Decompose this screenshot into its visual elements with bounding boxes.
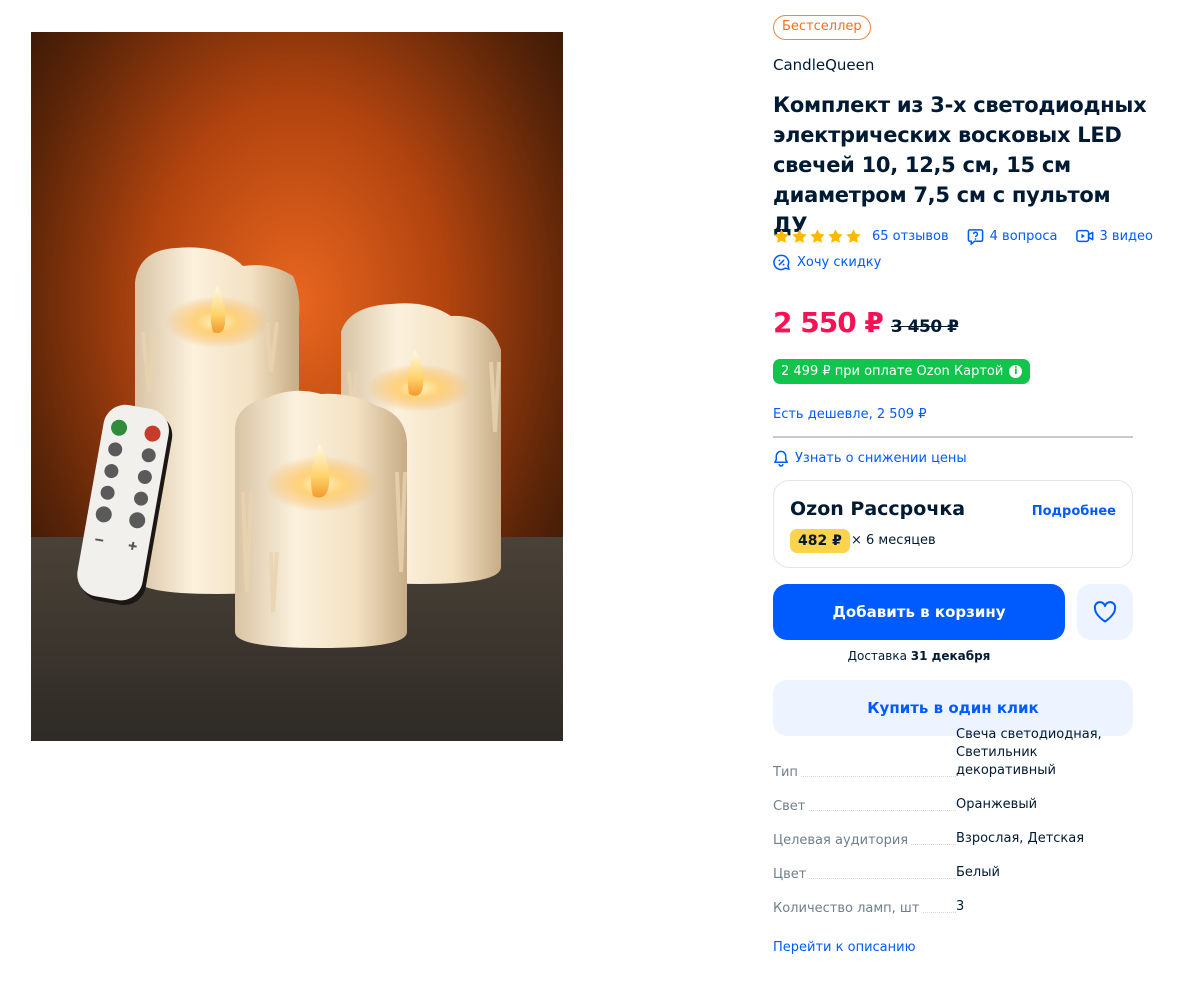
- spec-row-type: Тип Свеча светодиодная, Светильник декор…: [773, 727, 1133, 780]
- price-drop-notify-label: Узнать о снижении цены: [795, 451, 967, 466]
- star-icon: [828, 228, 843, 243]
- installment-months: × 6 месяцев: [851, 533, 936, 548]
- spec-value: Белый: [956, 865, 1000, 880]
- want-discount-link[interactable]: Хочу скидку: [773, 254, 881, 271]
- star-icon: [810, 228, 825, 243]
- price-block: 2 550 ₽ 3 450 ₽: [773, 306, 959, 339]
- add-to-cart-button[interactable]: Добавить в корзину: [773, 584, 1065, 640]
- spec-key: Целевая аудитория: [773, 833, 912, 848]
- spec-key: Количество ламп, шт: [773, 901, 923, 916]
- videos-count: 3 видео: [1099, 228, 1153, 244]
- ozon-card-price-badge[interactable]: 2 499 ₽ при оплате Ozon Картой i: [773, 359, 1031, 384]
- bell-icon: [774, 450, 788, 467]
- spec-key: Тип: [773, 765, 801, 780]
- videos-link[interactable]: 3 видео: [1075, 228, 1153, 244]
- brand-link[interactable]: CandleQueen: [773, 56, 874, 74]
- spec-row-lamps: Количество ламп, шт 3: [773, 898, 1133, 916]
- spec-key: Цвет: [773, 867, 810, 882]
- installment-title: Ozon Рассрочка: [790, 498, 966, 520]
- star-icon: [774, 228, 789, 243]
- delivery-date: 31 декабря: [910, 649, 991, 663]
- spec-row-audience: Целевая аудитория Взрослая, Детская: [773, 830, 1133, 848]
- candles-illustration: [31, 32, 563, 741]
- product-image[interactable]: [31, 32, 563, 741]
- spec-value: Свеча светодиодная, Светильник декоратив…: [956, 727, 1102, 778]
- spec-value: Оранжевый: [956, 797, 1038, 812]
- bestseller-badge[interactable]: Бестселлер: [773, 15, 871, 40]
- old-price: 3 450 ₽: [890, 317, 959, 337]
- current-price: 2 550 ₽: [773, 306, 884, 339]
- price-drop-notify-link[interactable]: Узнать о снижении цены: [773, 450, 967, 467]
- star-icon: [846, 228, 861, 243]
- installment-card[interactable]: Ozon Рассрочка Подробнее 482 ₽ × 6 месяц…: [773, 480, 1133, 568]
- spec-value: 3: [956, 899, 965, 914]
- installment-more-link[interactable]: Подробнее: [1032, 504, 1116, 519]
- go-to-description-link[interactable]: Перейти к описанию: [773, 940, 916, 955]
- favorite-button[interactable]: [1077, 584, 1133, 640]
- video-icon: [1075, 229, 1093, 243]
- star-icon: [792, 228, 807, 243]
- reviews-count: 65 отзывов: [872, 228, 949, 244]
- delivery-info: Доставка 31 декабря: [773, 649, 1065, 663]
- spec-key: Свет: [773, 799, 809, 814]
- divider: [773, 436, 1133, 438]
- ozon-card-price: 2 499 ₽ при оплате Ozon Картой: [781, 364, 1004, 379]
- questions-count: 4 вопроса: [989, 228, 1058, 244]
- spec-value: Взрослая, Детская: [956, 831, 1085, 846]
- questions-link[interactable]: 4 вопроса: [967, 228, 1058, 245]
- spec-row-color: Цвет Белый: [773, 864, 1133, 882]
- want-discount-label: Хочу скидку: [797, 255, 882, 270]
- discount-chat-icon: [773, 254, 790, 271]
- spec-row-light: Свет Оранжевый: [773, 796, 1133, 814]
- info-icon[interactable]: i: [1009, 365, 1023, 378]
- installment-amount: 482 ₽: [790, 529, 850, 553]
- rating-row: 65 отзывов 4 вопроса 3 видео: [773, 226, 1153, 246]
- heart-icon: [1093, 601, 1117, 623]
- reviews-link[interactable]: 65 отзывов: [872, 229, 949, 244]
- product-title: Комплект из 3-х светодиодных электрическ…: [773, 93, 1147, 237]
- rating-stars[interactable]: [773, 228, 862, 245]
- cheaper-offer-link[interactable]: Есть дешевле, 2 509 ₽: [773, 407, 926, 422]
- delivery-label: Доставка: [847, 649, 911, 663]
- question-icon: [967, 228, 983, 245]
